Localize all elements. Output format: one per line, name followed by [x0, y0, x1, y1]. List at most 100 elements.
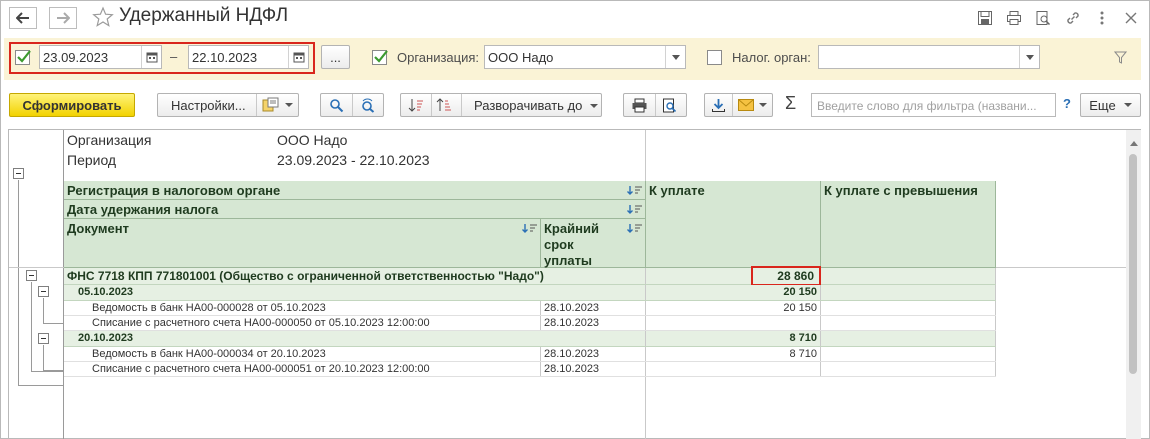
row-document: Списание с расчетного счета НА00-000051 …	[64, 362, 541, 376]
tax-authority-field[interactable]	[818, 45, 1040, 69]
variant-menu-button[interactable]	[262, 97, 293, 112]
print-icon[interactable]	[1004, 8, 1024, 28]
date-to-field[interactable]: 22.10.2023	[188, 45, 309, 69]
organization-checkbox[interactable]	[372, 50, 388, 65]
dropdown-icon[interactable]	[1019, 46, 1039, 68]
header-to-pay[interactable]: К уплате	[646, 181, 821, 268]
separator	[461, 94, 462, 116]
collapse-group-icon[interactable]	[26, 270, 37, 281]
tree-line	[18, 180, 19, 386]
search-input[interactable]: Введите слово для фильтра (названи...	[811, 93, 1056, 117]
calendar-icon[interactable]	[288, 46, 308, 68]
period-select-button[interactable]: ...	[321, 45, 350, 69]
dropdown-icon[interactable]	[665, 46, 685, 68]
header-document-label: Документ	[67, 221, 129, 236]
row-excess	[821, 301, 996, 315]
expand-buttons: Разворачивать до	[400, 93, 602, 117]
table-row[interactable]: Ведомость в банк НА00-000034 от 20.10.20…	[64, 347, 996, 362]
sort-icon[interactable]	[627, 203, 643, 218]
arrow-left-icon	[16, 12, 29, 24]
header-deadline-line-2: срок	[544, 237, 574, 252]
period-checkbox[interactable]	[15, 50, 31, 65]
tree-line	[31, 282, 32, 372]
print-icon[interactable]	[631, 98, 648, 116]
separator	[732, 94, 733, 116]
row-amount	[646, 362, 821, 376]
sum-icon[interactable]: Σ	[785, 93, 796, 114]
date-from-field[interactable]: 23.09.2023	[39, 45, 162, 69]
row-amount: 20 150	[646, 301, 821, 315]
subgroup-date: 05.10.2023	[64, 285, 646, 300]
sort-icon[interactable]	[522, 222, 538, 237]
table-row[interactable]: Ведомость в банк НА00-000028 от 05.10.20…	[64, 301, 996, 316]
more-button[interactable]: Еще	[1080, 93, 1141, 117]
organization-field[interactable]: ООО Надо	[484, 45, 686, 69]
meta-period-value: 23.09.2023 - 22.10.2023	[277, 152, 430, 168]
row-document: Ведомость в банк НА00-000034 от 20.10.20…	[64, 347, 541, 361]
help-button[interactable]: ?	[1063, 96, 1071, 111]
header-registration-label: Регистрация в налоговом органе	[67, 183, 281, 198]
separator	[655, 94, 656, 116]
tree-line	[18, 385, 64, 386]
close-icon[interactable]	[1121, 8, 1141, 28]
link-icon[interactable]	[1063, 8, 1083, 28]
tax-authority-checkbox[interactable]	[707, 50, 722, 65]
more-vertical-icon[interactable]	[1092, 8, 1112, 28]
table-row[interactable]: Списание с расчетного счета НА00-000050 …	[64, 316, 996, 331]
group-row[interactable]: ФНС 7718 КПП 771801001 (Общество с огран…	[64, 268, 996, 285]
header-withhold-date[interactable]: Дата удержания налога	[64, 200, 646, 219]
arrow-right-icon	[57, 12, 70, 24]
header-to-pay-excess[interactable]: К уплате с превышения	[821, 181, 996, 268]
find-icon[interactable]	[329, 98, 344, 116]
collapse-header-icon[interactable]	[13, 168, 24, 179]
date-from-value: 23.09.2023	[43, 50, 109, 65]
subgroup-total: 20 150	[646, 285, 821, 300]
subgroup-row[interactable]: 20.10.2023 8 710	[64, 331, 996, 347]
header-registration[interactable]: Регистрация в налоговом органе	[64, 181, 646, 200]
collapse-subgroup-icon[interactable]	[38, 286, 49, 297]
subgroup-row[interactable]: 05.10.2023 20 150	[64, 285, 996, 301]
sort-icon[interactable]	[627, 222, 643, 238]
find-next-icon[interactable]	[360, 98, 375, 116]
row-amount: 8 710	[646, 347, 821, 361]
row-document: Ведомость в банк НА00-000028 от 05.10.20…	[64, 301, 541, 315]
organization-value: ООО Надо	[488, 50, 554, 65]
back-button[interactable]	[9, 7, 37, 29]
forward-button[interactable]	[49, 7, 77, 29]
collapse-subgroup-icon[interactable]	[38, 333, 49, 344]
tax-authority-label: Налог. орган:	[732, 50, 811, 65]
checkmark-icon	[17, 50, 31, 63]
expand-to-button[interactable]: Разворачивать до	[474, 98, 599, 113]
total-highlight	[751, 266, 821, 286]
favorite-star-icon[interactable]	[92, 6, 114, 31]
sort-desc-icon[interactable]	[436, 98, 452, 116]
save-icon[interactable]	[975, 8, 995, 28]
preview-icon[interactable]	[1033, 8, 1053, 28]
header-deadline[interactable]: Крайний срок уплаты	[541, 219, 646, 268]
organization-label: Организация:	[397, 50, 480, 65]
generate-button[interactable]: Сформировать	[9, 93, 135, 117]
tree-line	[43, 298, 44, 324]
filter-funnel-icon[interactable]	[1113, 51, 1128, 67]
sort-asc-icon[interactable]	[408, 98, 424, 116]
table-row[interactable]: Списание с расчетного счета НА00-000051 …	[64, 362, 996, 377]
checkmark-icon	[374, 50, 388, 63]
group-name: ФНС 7718 КПП 771801001 (Общество с огран…	[64, 268, 646, 284]
settings-button-group: Настройки...	[157, 93, 299, 117]
tree-line	[31, 371, 64, 372]
calendar-icon[interactable]	[141, 46, 161, 68]
tree-line	[43, 370, 64, 371]
download-icon[interactable]	[711, 98, 726, 116]
settings-button[interactable]: Настройки...	[171, 98, 246, 113]
send-email-button[interactable]	[738, 99, 767, 111]
scrollbar-thumb[interactable]	[1129, 154, 1137, 374]
vertical-scrollbar[interactable]	[1126, 130, 1141, 439]
sort-icon[interactable]	[627, 184, 643, 199]
header-document[interactable]: Документ	[64, 219, 541, 268]
report-spreadsheet[interactable]: Организация ООО Надо Период 23.09.2023 -…	[8, 129, 1141, 439]
scroll-up-icon[interactable]	[1130, 135, 1138, 149]
print-preview-icon[interactable]	[662, 98, 677, 116]
title-bar: Удержанный НДФЛ	[0, 0, 1150, 36]
envelope-icon	[738, 99, 754, 111]
search-buttons	[320, 93, 384, 117]
